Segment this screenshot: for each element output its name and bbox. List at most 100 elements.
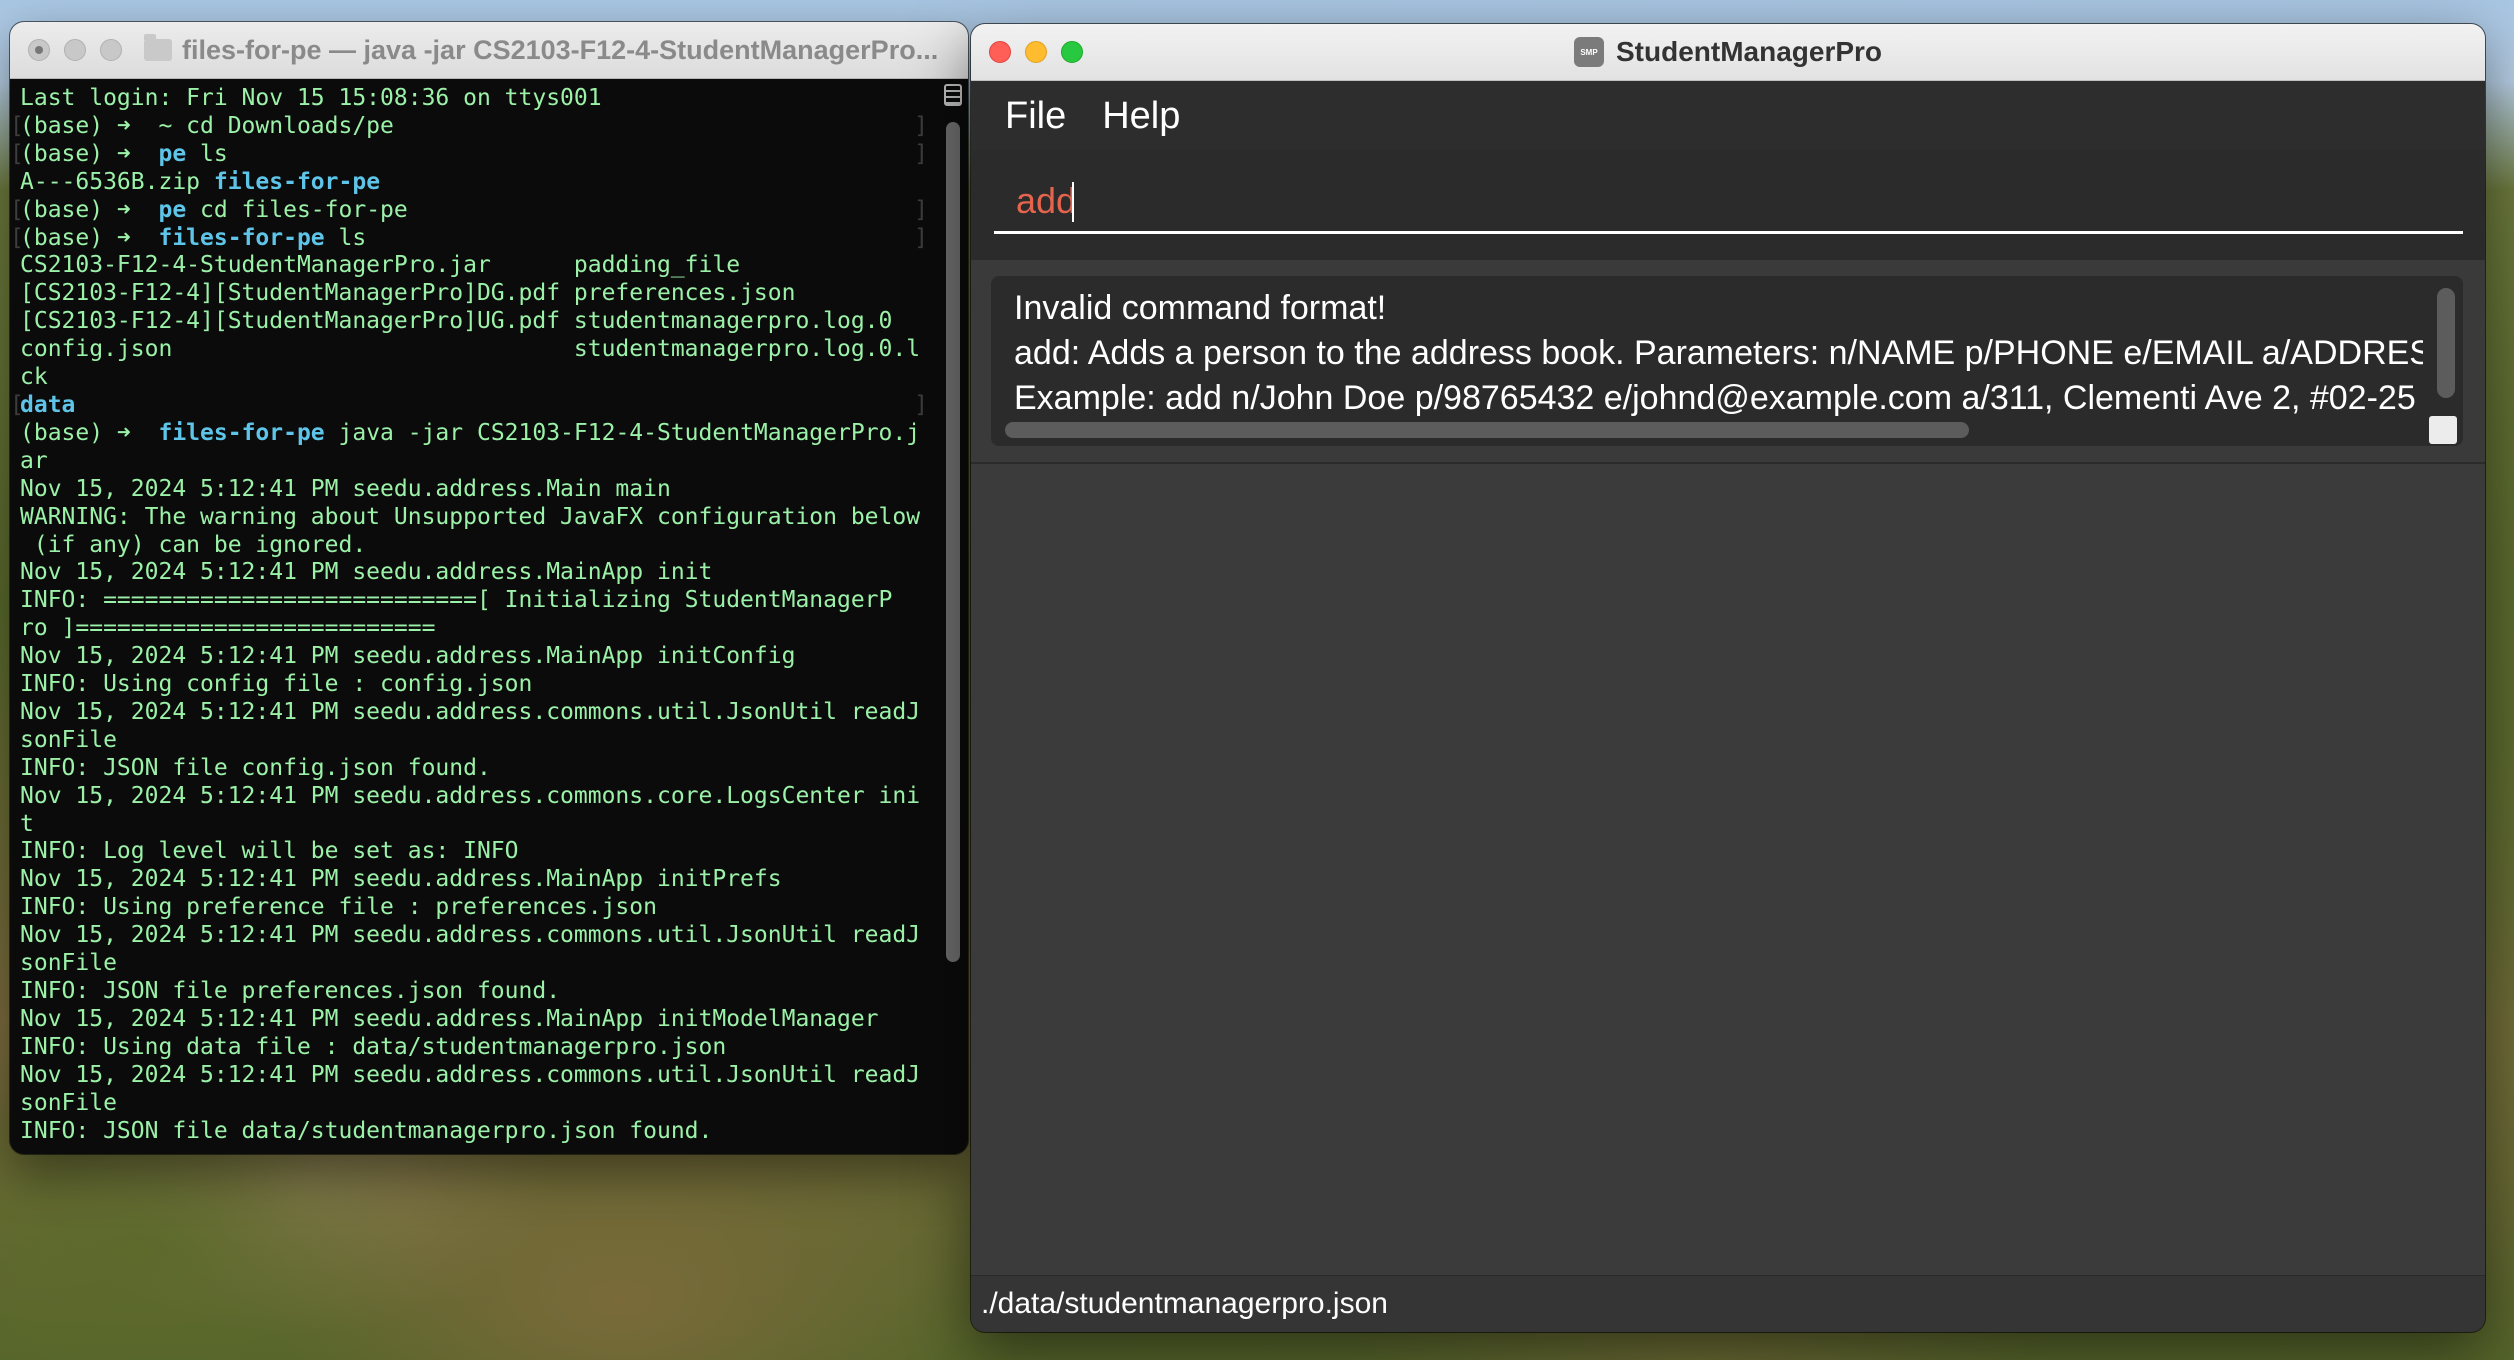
result-display[interactable]: Invalid command format! add: Adds a pers… <box>991 276 2463 446</box>
terminal-line: [(base) ➜ pe cd files-for-pe ] <box>10 196 936 225</box>
terminal-text-segment: ls <box>186 140 228 167</box>
terminal-line: [(base) ➜ ~ cd Downloads/pe ] <box>10 112 936 141</box>
terminal-line: sonFile <box>20 1090 936 1118</box>
terminal-line: [CS2103-F12-4][StudentManagerPro]DG.pdf … <box>20 280 936 308</box>
terminal-text-segment: INFO: JSON file preferences.json found. <box>20 978 561 1004</box>
terminal-line: Last login: Fri Nov 15 15:08:36 on ttys0… <box>20 85 936 113</box>
zoom-icon[interactable] <box>100 39 122 61</box>
terminal-line: config.json studentmanagerpro.log.0.l <box>20 336 936 364</box>
prompt-mark: [ <box>10 140 24 167</box>
menu-help[interactable]: Help <box>1102 95 1180 138</box>
app-title: SMP StudentManagerPro <box>971 24 2485 80</box>
terminal-line: (if any) can be ignored. <box>20 532 936 560</box>
terminal-text-segment: (if any) can be ignored. <box>20 531 367 558</box>
terminal-text-segment: Nov 15, 2024 5:12:41 PM seedu.address.Ma… <box>20 866 782 893</box>
app-logo-icon: SMP <box>1573 37 1604 67</box>
result-horizontal-scrollbar[interactable] <box>1005 422 1969 438</box>
terminal-text-segment: INFO: Using preference file : preference… <box>20 894 657 921</box>
terminal-output[interactable]: Last login: Fri Nov 15 15:08:36 on ttys0… <box>10 79 936 1154</box>
terminal-text-segment: config.json studentmanagerpro.log.0.l <box>20 336 921 363</box>
terminal-line: Nov 15, 2024 5:12:41 PM seedu.address.co… <box>20 783 936 811</box>
terminal-text-segment: INFO: JSON file config.json found. <box>20 754 491 781</box>
menu-file[interactable]: File <box>1005 95 1066 138</box>
terminal-text-segment: (base) ➜ <box>20 419 159 446</box>
terminal-text-segment: INFO: Log level will be set as: INFO <box>20 838 519 865</box>
prompt-mark: [ <box>10 112 24 139</box>
data-file-path: ./data/studentmanagerpro.json <box>981 1287 1388 1320</box>
terminal-scrollbar[interactable] <box>946 122 960 962</box>
terminal-text-segment: Nov 15, 2024 5:12:41 PM seedu.address.co… <box>20 782 921 809</box>
prompt-mark: ] <box>914 140 928 167</box>
terminal-line: [(base) ➜ files-for-pe ls ] <box>10 224 936 253</box>
terminal-text-segment: sonFile <box>20 726 117 753</box>
terminal-window[interactable]: files-for-pe — java -jar CS2103-F12-4-St… <box>10 22 968 1154</box>
terminal-text-segment: INFO: Using data file : data/studentmana… <box>20 1033 727 1060</box>
terminal-line: Nov 15, 2024 5:12:41 PM seedu.address.Ma… <box>20 866 936 894</box>
terminal-line: ro ]========================== <box>20 615 936 643</box>
terminal-line: t <box>20 811 936 839</box>
terminal-text-segment: Nov 15, 2024 5:12:41 PM seedu.address.Ma… <box>20 643 796 670</box>
directory-name: files-for-pe <box>158 419 325 446</box>
result-vertical-scrollbar[interactable] <box>2437 288 2455 398</box>
close-icon[interactable] <box>28 39 50 61</box>
terminal-text-segment: java -jar CS2103-F12-4-StudentManagerPro… <box>324 419 921 446</box>
terminal-text-segment: INFO: JSON file data/studentmanagerpro.j… <box>20 1117 713 1144</box>
terminal-text-segment: sonFile <box>20 950 117 977</box>
terminal-text-segment: CS2103-F12-4-StudentManagerPro.jar paddi… <box>20 252 741 279</box>
terminal-text-segment: Nov 15, 2024 5:12:41 PM seedu.address.Ma… <box>20 475 671 502</box>
terminal-line: Nov 15, 2024 5:12:41 PM seedu.address.co… <box>20 699 936 727</box>
split-view-icon[interactable] <box>944 84 962 106</box>
terminal-text-segment: [CS2103-F12-4][StudentManagerPro]UG.pdf … <box>20 308 893 335</box>
terminal-line: INFO: ===========================[ Initi… <box>20 587 936 615</box>
terminal-line: Nov 15, 2024 5:12:41 PM seedu.address.Ma… <box>20 476 936 504</box>
terminal-titlebar[interactable]: files-for-pe — java -jar CS2103-F12-4-St… <box>10 22 968 79</box>
terminal-line: Nov 15, 2024 5:12:41 PM seedu.address.Ma… <box>20 559 936 587</box>
directory-name: files-for-pe <box>158 224 325 251</box>
terminal-text-segment: (base) ➜ ~ cd Downloads/pe <box>20 112 394 139</box>
status-bar: ./data/studentmanagerpro.json <box>971 1275 2485 1332</box>
terminal-line: Nov 15, 2024 5:12:41 PM seedu.address.co… <box>20 922 936 950</box>
terminal-line: [CS2103-F12-4][StudentManagerPro]UG.pdf … <box>20 308 936 336</box>
command-input[interactable] <box>994 170 2463 234</box>
terminal-text-segment: Nov 15, 2024 5:12:41 PM seedu.address.Ma… <box>20 1005 879 1032</box>
terminal-text-segment: ro ]========================== <box>20 615 436 642</box>
terminal-text-segment: Nov 15, 2024 5:12:41 PM seedu.address.co… <box>20 698 921 725</box>
terminal-text-segment: ck <box>20 364 48 391</box>
terminal-text-segment: Nov 15, 2024 5:12:41 PM seedu.address.co… <box>20 922 921 949</box>
terminal-line: Nov 15, 2024 5:12:41 PM seedu.address.co… <box>20 1062 936 1090</box>
terminal-text-segment: INFO: Using config file : config.json <box>20 671 533 698</box>
prompt-mark: ] <box>914 391 928 418</box>
terminal-text-segment: Nov 15, 2024 5:12:41 PM seedu.address.Ma… <box>20 559 713 586</box>
app-titlebar[interactable]: SMP StudentManagerPro <box>971 24 2485 81</box>
terminal-line: A---6536B.zip files-for-pe <box>20 169 936 197</box>
app-title-text: StudentManagerPro <box>1615 36 1883 67</box>
menu-bar: File Help <box>971 81 2485 151</box>
terminal-line: INFO: Using config file : config.json <box>20 671 936 699</box>
terminal-text-segment: Nov 15, 2024 5:12:41 PM seedu.address.co… <box>20 1061 921 1088</box>
directory-name: pe <box>158 140 187 167</box>
text-cursor <box>1072 182 1074 222</box>
terminal-text-segment: [CS2103-F12-4][StudentManagerPro]DG.pdf … <box>20 280 796 307</box>
minimize-icon[interactable] <box>64 39 86 61</box>
prompt-mark: ] <box>914 112 928 139</box>
person-list-panel[interactable] <box>971 464 2485 1276</box>
terminal-line: INFO: JSON file config.json found. <box>20 755 936 783</box>
prompt-mark: ] <box>914 196 928 223</box>
directory-name: files-for-pe <box>213 168 381 195</box>
terminal-line: CS2103-F12-4-StudentManagerPro.jar paddi… <box>20 252 936 280</box>
terminal-text-segment: A---6536B.zip <box>20 168 214 195</box>
terminal-text-segment: (base) ➜ <box>20 196 159 223</box>
prompt-mark: [ <box>10 224 24 251</box>
prompt-mark: [ <box>10 391 24 418</box>
app-window[interactable]: SMP StudentManagerPro File Help Invalid … <box>971 24 2485 1332</box>
result-display-panel: Invalid command format! add: Adds a pers… <box>971 260 2485 464</box>
terminal-text-segment: (base) ➜ <box>20 224 159 251</box>
terminal-text-segment: ls <box>324 224 367 251</box>
result-line: add: Adds a person to the address book. … <box>1014 334 2423 372</box>
terminal-line: Nov 15, 2024 5:12:41 PM seedu.address.Ma… <box>20 643 936 671</box>
result-text: Invalid command format! add: Adds a pers… <box>1014 286 2423 421</box>
terminal-text-segment: t <box>20 810 34 837</box>
result-line: Example: add n/John Doe p/98765432 e/joh… <box>1014 379 2423 417</box>
terminal-line: [data ] <box>10 391 936 420</box>
terminal-line: INFO: JSON file preferences.json found. <box>20 978 936 1006</box>
